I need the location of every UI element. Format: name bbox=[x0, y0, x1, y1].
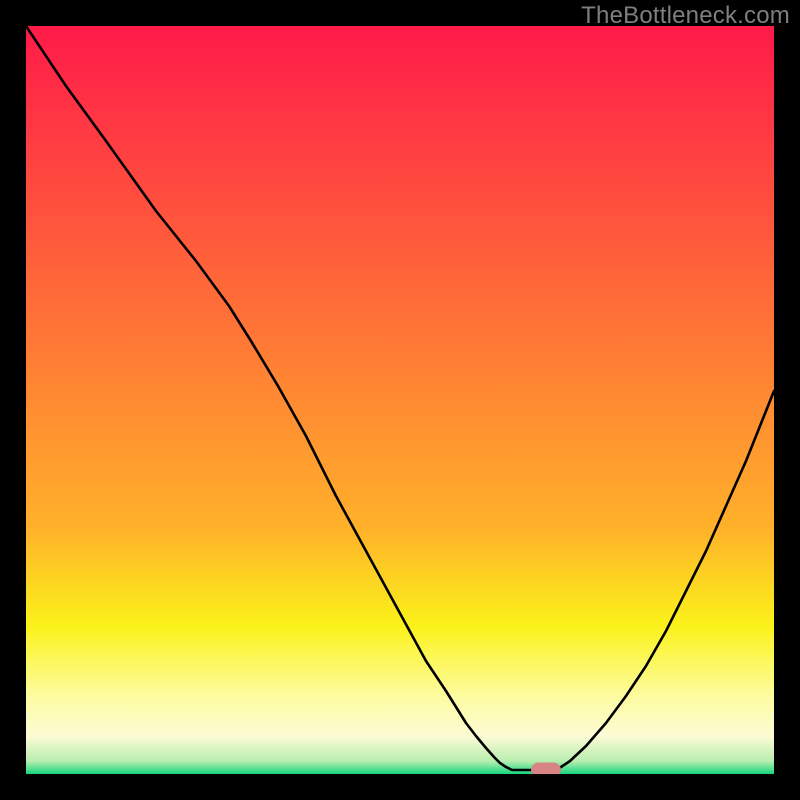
chart-frame: TheBottleneck.com bbox=[0, 0, 800, 800]
watermark-text: TheBottleneck.com bbox=[581, 2, 790, 30]
optimal-point-marker bbox=[531, 763, 561, 775]
plot-area bbox=[26, 26, 774, 774]
bottleneck-curve bbox=[26, 26, 774, 774]
